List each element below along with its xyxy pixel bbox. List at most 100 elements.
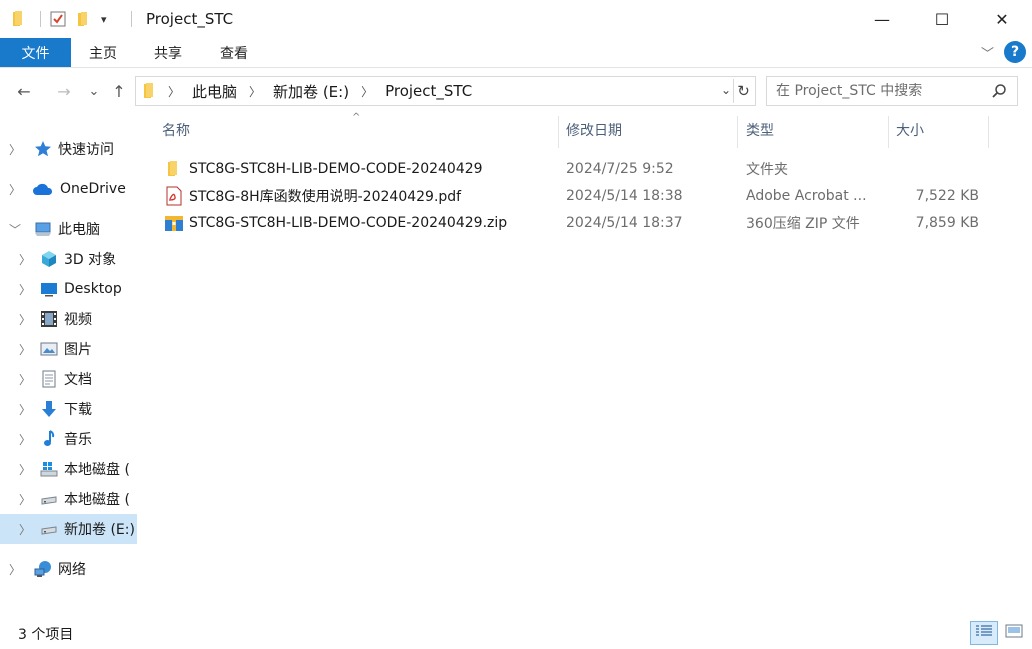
folder-icon	[142, 82, 158, 100]
file-row[interactable]: STC8G-8H库函数使用说明-20240429.pdf 2024/5/14 1…	[156, 182, 996, 209]
file-name[interactable]: STC8G-STC8H-LIB-DEMO-CODE-20240429.zip	[189, 215, 507, 231]
breadcrumb-separator[interactable]: 〉	[361, 83, 373, 100]
ribbon: 文件 主页 共享 查看 ﹀ ?	[0, 38, 1032, 68]
sidebar-item-3d-objects[interactable]: 〉 3D 对象	[0, 244, 137, 274]
file-size: 7,522 KB	[915, 187, 979, 204]
expand-chevron-icon[interactable]: 〉	[18, 341, 32, 358]
sidebar-item-label: 图片	[64, 342, 92, 358]
file-size	[896, 155, 979, 182]
large-icons-view-icon	[1005, 624, 1023, 642]
details-view-icon	[975, 624, 993, 642]
maximize-button[interactable]: ☐	[912, 0, 972, 38]
pdf-icon	[164, 186, 184, 206]
breadcrumb-separator[interactable]: 〉	[249, 83, 261, 100]
file-date: 2024/7/25 9:52	[566, 160, 674, 177]
sidebar-item-onedrive[interactable]: 〉 OneDrive	[0, 174, 137, 204]
file-type: 360压缩 ZIP 文件	[746, 215, 860, 232]
expand-chevron-icon[interactable]: 〉	[18, 251, 32, 268]
expand-chevron-icon[interactable]: 〉	[18, 311, 32, 328]
status-bar: 3 个项目	[0, 612, 1032, 649]
up-button[interactable]: ↑	[107, 80, 131, 102]
sidebar-item-music[interactable]: 〉 音乐	[0, 424, 137, 454]
search-icon[interactable]	[991, 83, 1007, 103]
expand-chevron-icon[interactable]: 〉	[18, 371, 32, 388]
sidebar-item-documents[interactable]: 〉 文档	[0, 364, 137, 394]
file-row[interactable]: STC8G-STC8H-LIB-DEMO-CODE-20240429.zip 2…	[156, 209, 996, 236]
expand-chevron-icon[interactable]: 〉	[18, 431, 32, 448]
sidebar-item-label: 音乐	[64, 432, 92, 448]
column-divider[interactable]	[888, 116, 889, 148]
address-bar[interactable]: 〉 此电脑 〉 新加卷 (E:) 〉 Project_STC ⌄ ↻	[135, 76, 756, 106]
file-row[interactable]: STC8G-STC8H-LIB-DEMO-CODE-20240429 2024/…	[156, 155, 996, 182]
expand-chevron-icon[interactable]: 〉	[18, 461, 32, 478]
column-divider[interactable]	[737, 116, 738, 148]
sidebar-item-this-pc[interactable]: ﹀ 此电脑	[0, 214, 137, 244]
column-header-size[interactable]: 大小	[896, 112, 986, 148]
window-title: Project_STC	[146, 10, 234, 28]
column-header-type[interactable]: 类型	[746, 112, 886, 148]
expand-chevron-icon[interactable]: 〉	[18, 281, 32, 298]
column-header-date[interactable]: 修改日期	[566, 112, 736, 148]
file-name[interactable]: STC8G-STC8H-LIB-DEMO-CODE-20240429	[189, 161, 483, 177]
sidebar-item-downloads[interactable]: 〉 下载	[0, 394, 137, 424]
folder-icon	[164, 159, 184, 179]
customize-dropdown-icon[interactable]: ▾	[101, 10, 119, 28]
column-header-name[interactable]: 名称	[162, 112, 557, 148]
tab-share[interactable]: 共享	[138, 38, 198, 67]
sidebar-item-local-disk-d[interactable]: 〉 本地磁盘 (	[0, 484, 137, 514]
sidebar-item-label: 本地磁盘 (	[64, 492, 130, 508]
sidebar-item-label: 文档	[64, 372, 92, 388]
divider	[40, 11, 41, 27]
expand-chevron-icon[interactable]: 〉	[18, 491, 32, 508]
sidebar-item-videos[interactable]: 〉 视频	[0, 304, 137, 334]
expand-chevron-icon[interactable]: 〉	[8, 561, 22, 578]
expand-chevron-icon[interactable]: 〉	[8, 181, 22, 198]
new-folder-icon[interactable]	[75, 10, 93, 28]
sidebar-item-pictures[interactable]: 〉 图片	[0, 334, 137, 364]
file-list: ^ 名称 修改日期 类型 大小 STC8G-STC8H-LIB-DEMO-COD…	[140, 112, 1032, 612]
breadcrumb-this-pc[interactable]: 此电脑	[192, 81, 237, 102]
collapse-chevron-icon[interactable]: ﹀	[8, 221, 22, 238]
zip-icon	[164, 213, 184, 233]
music-icon	[40, 430, 58, 448]
back-button[interactable]: ←	[12, 80, 36, 102]
address-dropdown-icon[interactable]: ⌄	[721, 83, 731, 97]
cloud-icon	[32, 180, 54, 198]
expand-chevron-icon[interactable]: 〉	[18, 401, 32, 418]
file-name[interactable]: STC8G-8H库函数使用说明-20240429.pdf	[189, 186, 461, 206]
network-icon	[34, 560, 52, 578]
sidebar-item-label: Desktop	[64, 281, 122, 297]
sidebar-item-desktop[interactable]: 〉 Desktop	[0, 274, 137, 304]
sidebar-item-quick-access[interactable]: 〉 快速访问	[0, 134, 137, 164]
expand-chevron-icon[interactable]: 〉	[8, 141, 22, 158]
expand-ribbon-icon[interactable]: ﹀	[981, 43, 994, 62]
sidebar-item-label: 网络	[58, 562, 86, 578]
sidebar-item-local-disk-c[interactable]: 〉 本地磁盘 (	[0, 454, 137, 484]
search-input[interactable]	[776, 83, 986, 99]
expand-chevron-icon[interactable]: 〉	[18, 521, 32, 538]
recent-locations-button[interactable]: ⌄	[82, 80, 106, 102]
sidebar-item-new-volume-e[interactable]: 〉 新加卷 (E:)	[0, 514, 137, 544]
breadcrumb-project-stc[interactable]: Project_STC	[385, 82, 472, 100]
breadcrumb-drive-e[interactable]: 新加卷 (E:)	[273, 81, 349, 102]
properties-icon[interactable]	[49, 10, 67, 28]
forward-button[interactable]: →	[52, 80, 76, 102]
sidebar-item-network[interactable]: 〉 网络	[0, 554, 137, 584]
large-icons-view-button[interactable]	[1000, 621, 1028, 645]
sidebar-item-label: OneDrive	[60, 181, 126, 197]
navigation-bar: ← → ⌄ ↑ 〉 此电脑 〉 新加卷 (E:) 〉 Project_STC ⌄…	[0, 70, 1032, 112]
column-divider[interactable]	[988, 116, 989, 148]
help-icon[interactable]: ?	[1004, 41, 1026, 63]
close-button[interactable]: ✕	[972, 0, 1032, 38]
tab-view[interactable]: 查看	[204, 38, 264, 67]
details-view-button[interactable]	[970, 621, 998, 645]
minimize-button[interactable]: —	[852, 0, 912, 38]
sidebar-item-label: 本地磁盘 (	[64, 462, 130, 478]
tab-file[interactable]: 文件	[0, 38, 71, 67]
refresh-icon[interactable]: ↻	[733, 79, 753, 103]
breadcrumb-separator[interactable]: 〉	[168, 83, 180, 100]
search-box[interactable]	[766, 76, 1018, 106]
divider	[131, 11, 132, 27]
column-divider[interactable]	[558, 116, 559, 148]
tab-home[interactable]: 主页	[74, 38, 132, 67]
